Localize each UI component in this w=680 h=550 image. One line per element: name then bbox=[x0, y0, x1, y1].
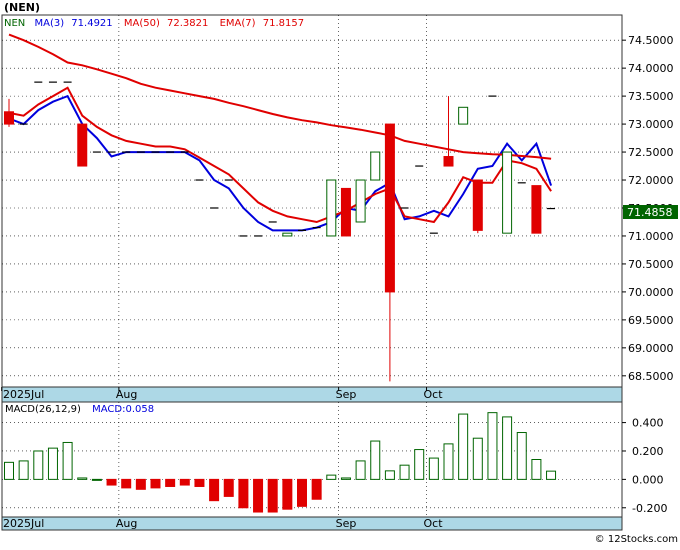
candle bbox=[340, 187, 351, 237]
month-label: Aug bbox=[116, 517, 137, 530]
price-tick-label: 69.5000 bbox=[628, 314, 674, 327]
candle-body bbox=[340, 187, 351, 237]
macd-bar bbox=[106, 478, 117, 486]
price-tick-label: 74.5000 bbox=[628, 34, 674, 47]
macd-bar bbox=[516, 432, 527, 480]
macd-bar bbox=[472, 437, 483, 480]
candle-body bbox=[326, 179, 337, 237]
price-tick-label: 73.0000 bbox=[628, 118, 674, 131]
macd-tick-label: 0.400 bbox=[632, 417, 664, 430]
candle-body bbox=[458, 106, 469, 125]
symbol-title: (NEN) bbox=[4, 1, 40, 14]
macd-bar bbox=[370, 440, 381, 480]
candle-body bbox=[370, 151, 381, 181]
macd-bar bbox=[121, 478, 132, 489]
macd-bar bbox=[209, 478, 220, 502]
watermark: © 12Stocks.com bbox=[595, 534, 678, 545]
macd-bar bbox=[77, 477, 88, 480]
month-label: Oct bbox=[424, 517, 444, 530]
candle bbox=[355, 179, 366, 223]
price-tick-label: 73.5000 bbox=[628, 90, 674, 103]
candle-body bbox=[472, 179, 483, 231]
candle-body bbox=[384, 123, 395, 293]
candle bbox=[502, 151, 513, 234]
macd-bar bbox=[238, 478, 249, 509]
price-tick-label: 70.0000 bbox=[628, 286, 674, 299]
price-tick-label: 69.0000 bbox=[628, 342, 674, 355]
price-tick-label: 74.0000 bbox=[628, 62, 674, 75]
macd-legend: MACD(26,12,9) MACD:0.058 bbox=[5, 404, 154, 415]
macd-bar bbox=[150, 478, 161, 489]
month-label: Sep bbox=[336, 388, 357, 401]
candle-body bbox=[4, 111, 14, 125]
macd-bar bbox=[546, 470, 557, 480]
last-price-tag: 71.4858 bbox=[627, 206, 673, 219]
macd-bar bbox=[33, 450, 44, 480]
macd-bar bbox=[165, 478, 176, 487]
candle bbox=[458, 106, 469, 125]
macd-bar bbox=[297, 478, 307, 507]
macd-bar bbox=[487, 412, 498, 480]
macd-bar bbox=[326, 474, 337, 480]
macd-bar bbox=[18, 460, 29, 480]
macd-bar bbox=[47, 447, 58, 480]
macd-bar bbox=[194, 478, 205, 487]
candle bbox=[77, 123, 88, 167]
candle bbox=[472, 179, 483, 234]
month-label: Oct bbox=[424, 388, 444, 401]
macd-bar bbox=[384, 470, 395, 480]
month-label: 2025Jul bbox=[3, 517, 44, 530]
macd-bar bbox=[223, 478, 234, 497]
candle bbox=[326, 179, 337, 237]
candle bbox=[370, 151, 381, 181]
candle-body bbox=[282, 232, 293, 237]
candle-body bbox=[531, 185, 542, 234]
macd-bar bbox=[414, 449, 425, 480]
macd-tick-label: 0.000 bbox=[632, 473, 664, 486]
candle bbox=[531, 185, 542, 234]
macd-bar bbox=[355, 460, 366, 480]
month-label: Aug bbox=[116, 388, 137, 401]
macd-bar bbox=[62, 441, 73, 480]
macd-tick-label: -0.200 bbox=[632, 502, 667, 515]
candle bbox=[282, 232, 293, 237]
price-panel bbox=[1, 14, 623, 388]
macd-bar bbox=[282, 478, 293, 510]
macd-bar bbox=[253, 478, 264, 513]
macd-bar bbox=[399, 464, 410, 480]
stock-chart: 74.5000 74.0000 73.5000 73.0000 72.5000 72.00… bbox=[0, 0, 680, 546]
macd-bar bbox=[531, 459, 542, 480]
macd-y-axis: 0.400 0.200 0.000 -0.200 bbox=[622, 417, 667, 515]
macd-bar bbox=[443, 443, 454, 480]
macd-bar bbox=[428, 457, 439, 480]
macd-bar bbox=[502, 416, 513, 480]
month-label: Sep bbox=[336, 517, 357, 530]
price-tick-label: 71.0000 bbox=[628, 230, 674, 243]
price-tick-label: 72.5000 bbox=[628, 146, 674, 159]
macd-bar bbox=[267, 478, 278, 513]
macd-tick-label: 0.200 bbox=[632, 445, 664, 458]
x-axis-bar-top bbox=[1, 386, 623, 403]
x-axis-bar-bottom bbox=[1, 516, 623, 531]
candle-body bbox=[355, 179, 366, 223]
candle-body bbox=[77, 123, 88, 167]
macd-bar bbox=[179, 478, 190, 486]
macd-bar bbox=[340, 477, 351, 480]
price-tick-label: 70.5000 bbox=[628, 258, 674, 271]
price-tick-label: 68.5000 bbox=[628, 370, 674, 383]
macd-bar bbox=[311, 478, 322, 500]
price-tick-label: 72.0000 bbox=[628, 174, 674, 187]
macd-bar bbox=[135, 478, 146, 490]
candle-body bbox=[443, 156, 454, 167]
chart-canvas: 74.5000 74.0000 73.5000 73.0000 72.5000 72.00… bbox=[1, 1, 678, 545]
macd-bar bbox=[458, 413, 469, 480]
candle-body bbox=[502, 151, 513, 234]
macd-bar bbox=[4, 461, 14, 480]
month-label: 2025Jul bbox=[3, 388, 44, 401]
macd-bar bbox=[91, 478, 102, 481]
